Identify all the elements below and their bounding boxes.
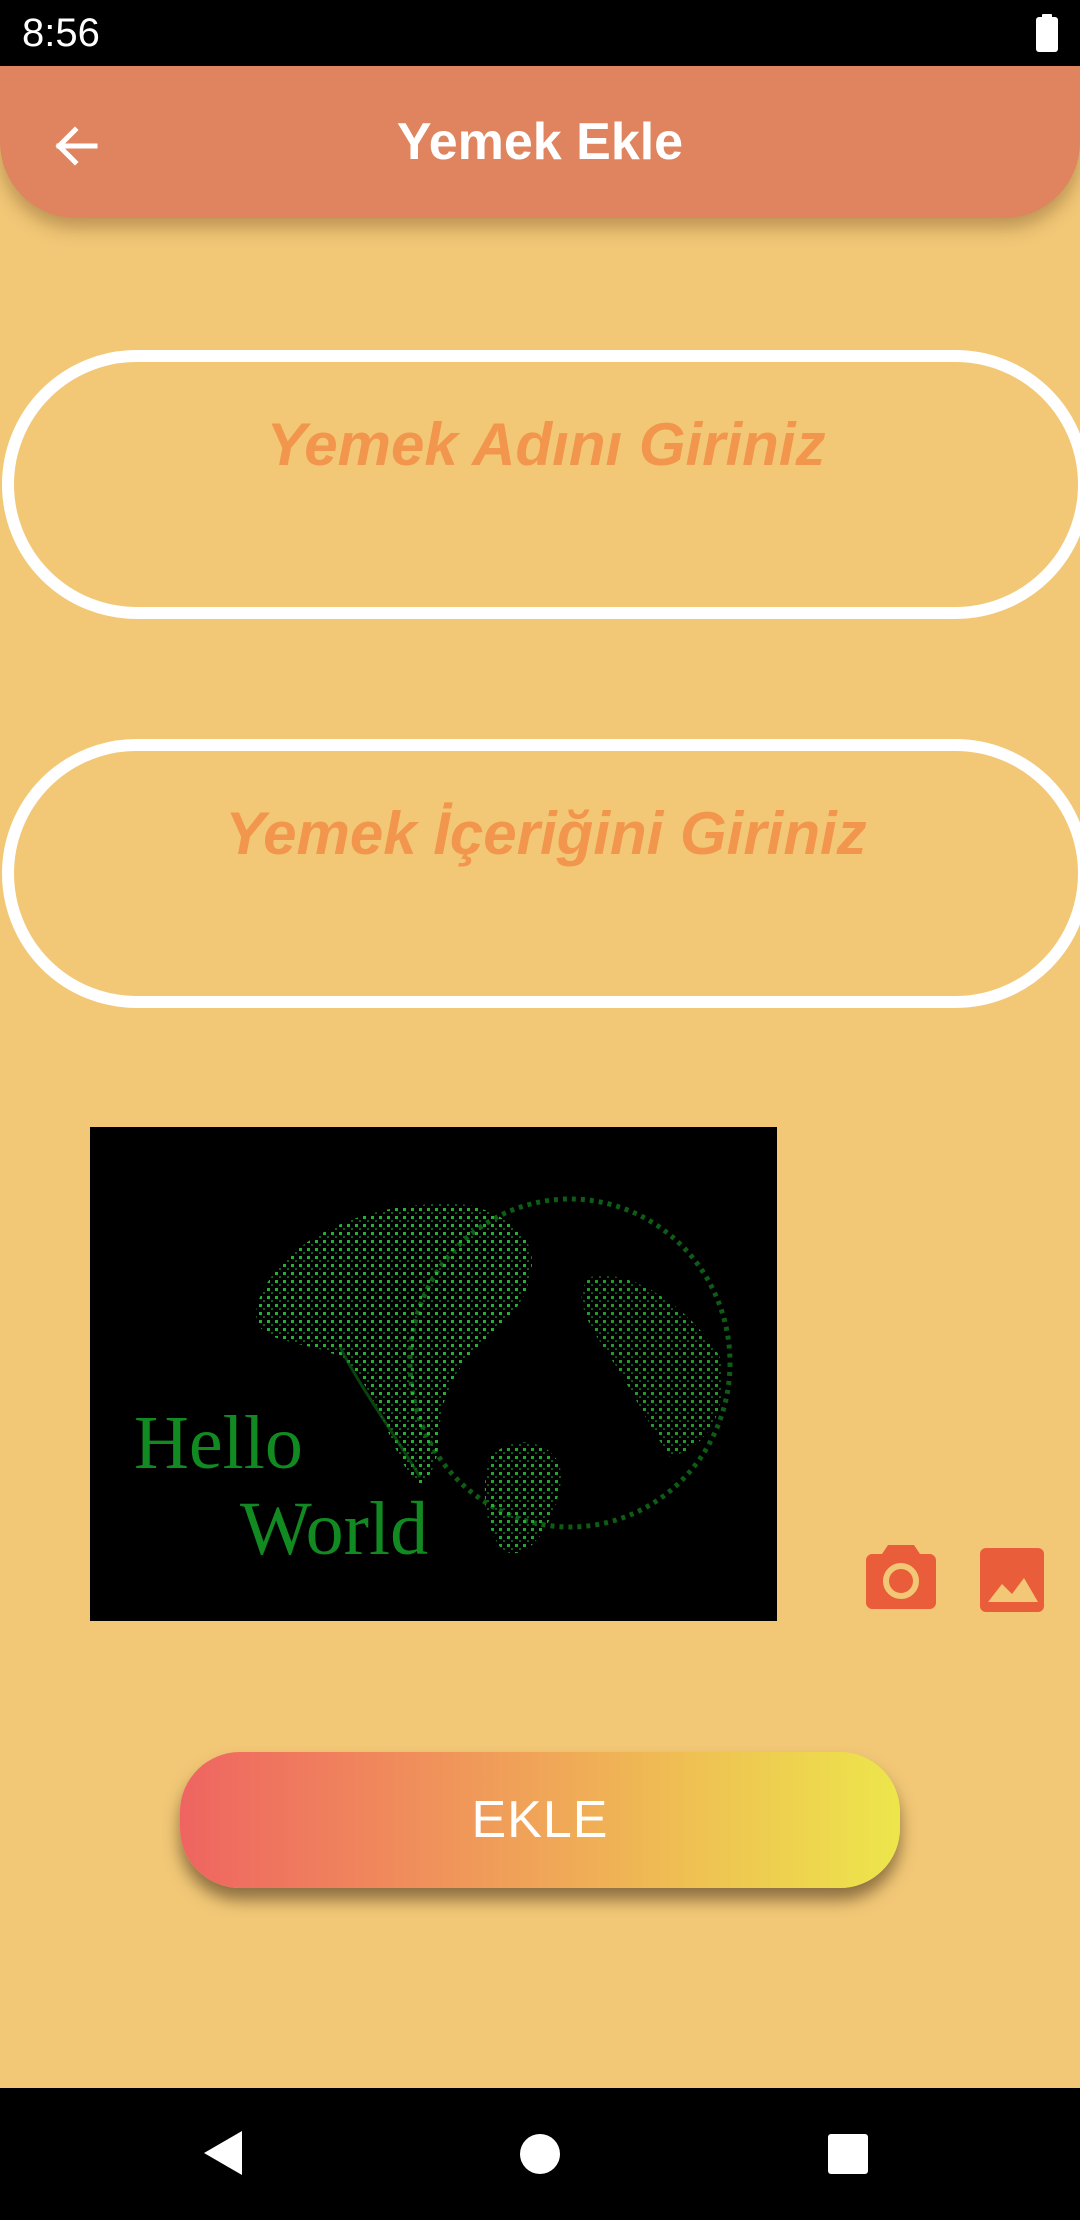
add-button[interactable]: EKLE (180, 1752, 900, 1888)
status-time: 8:56 (22, 11, 100, 55)
navigation-bar (0, 2088, 1080, 2220)
circle-home-icon[interactable] (518, 2132, 562, 2176)
status-bar: 8:56 (0, 0, 1080, 66)
globe-graphic (256, 1196, 733, 1554)
triangle-back-icon[interactable] (200, 2128, 250, 2178)
app-bar: Yemek Ekle (0, 66, 1080, 218)
food-name-placeholder: Yemek Adını Giriniz (266, 411, 826, 478)
image-gallery-icon[interactable] (980, 1548, 1044, 1612)
food-content-placeholder: Yemek İçeriğini Giriniz (225, 800, 867, 867)
food-name-input[interactable]: Yemek Adını Giriniz (2, 350, 1080, 619)
page-title: Yemek Ekle (396, 113, 684, 171)
battery-full-icon (1036, 14, 1058, 52)
camera-icon[interactable] (866, 1545, 936, 1609)
food-content-input[interactable]: Yemek İçeriğini Giriniz (2, 739, 1080, 1008)
preview-text-line1: Hello (134, 1401, 303, 1485)
square-recents-icon[interactable] (826, 2132, 870, 2176)
food-image-preview[interactable]: Hello World (90, 1127, 777, 1621)
preview-text-line2: World (240, 1487, 429, 1571)
